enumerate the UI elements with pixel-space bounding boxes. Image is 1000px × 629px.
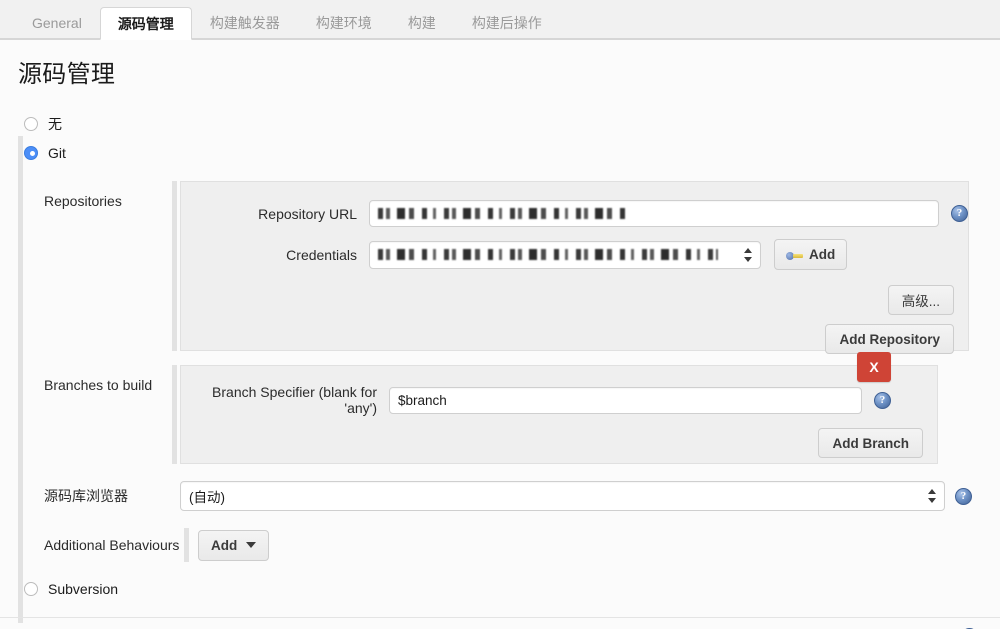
repo-browser-selected-value: (自动) <box>189 490 225 505</box>
credentials-select[interactable] <box>369 240 761 269</box>
repo-browser-help-icon[interactable]: ? <box>955 487 972 505</box>
branches-section-label: Branches to build <box>44 377 153 393</box>
add-repository-button[interactable]: Add Repository <box>825 324 954 354</box>
tab-build-environment[interactable]: 构建环境 <box>298 6 390 39</box>
branch-specifier-help-icon[interactable]: ? <box>874 391 891 409</box>
radio-git[interactable] <box>24 145 38 160</box>
credentials-redacted-value <box>378 249 718 260</box>
additional-behaviours-add-button[interactable]: Add <box>198 529 270 561</box>
repo-browser-section: 源码库浏览器 (自动) ? <box>24 481 990 511</box>
scm-option-none-label: 无 <box>48 115 62 132</box>
tab-build-triggers[interactable]: 构建触发器 <box>192 6 298 39</box>
scm-option-git[interactable]: Git <box>0 138 1000 167</box>
repository-url-help-icon[interactable]: ? <box>951 205 968 222</box>
advanced-button[interactable]: 高级... <box>887 285 954 315</box>
section-divider <box>0 617 1000 618</box>
repositories-section: Repositories Repository URL ? Credential… <box>24 181 990 354</box>
repo-browser-select[interactable]: (自动) <box>180 481 945 511</box>
branches-panel: X Branch Specifier (blank for 'any') $br… <box>180 352 938 464</box>
credentials-label: Credentials <box>286 246 357 263</box>
tab-source-code-management[interactable]: 源码管理 <box>99 7 192 40</box>
scm-config-page: 源码管理 无 Git Repositories Repository URL ?… <box>0 40 1000 629</box>
radio-subversion[interactable] <box>24 581 38 596</box>
tab-general[interactable]: General <box>14 6 100 39</box>
repository-url-redacted-value <box>378 208 626 219</box>
add-branch-button[interactable]: Add Branch <box>818 428 923 458</box>
select-arrows-icon <box>928 488 937 504</box>
scm-option-subversion[interactable]: Subversion <box>0 574 1000 603</box>
config-tab-bar: General 源码管理 构建触发器 构建环境 构建 构建后操作 <box>0 0 1000 40</box>
scm-option-subversion-label: Subversion <box>48 580 119 597</box>
page-title: 源码管理 <box>18 61 116 88</box>
repositories-section-label: Repositories <box>44 193 122 209</box>
radio-none[interactable] <box>24 116 38 131</box>
scm-option-git-label: Git <box>48 144 66 161</box>
branch-specifier-input[interactable]: $branch <box>389 386 862 414</box>
credentials-row: Credentials Add <box>181 235 968 278</box>
branches-guide-bar <box>172 365 177 464</box>
repository-url-row: Repository URL ? <box>181 182 968 235</box>
advanced-button-row: 高级... <box>181 278 968 315</box>
tab-post-build-actions[interactable]: 构建后操作 <box>454 6 560 39</box>
chevron-down-icon <box>246 542 257 548</box>
select-arrows-icon <box>744 247 753 263</box>
add-credentials-button[interactable]: Add <box>774 239 848 270</box>
repositories-panel: Repository URL ? Credentials Add 高级... A… <box>180 181 969 354</box>
branches-section: Branches to build X Branch Specifier (bl… <box>24 352 990 464</box>
delete-branch-button[interactable]: X <box>857 352 891 382</box>
key-icon <box>786 249 803 261</box>
add-branch-button-row: Add Branch <box>181 424 937 458</box>
repositories-guide-bar <box>172 181 177 351</box>
additional-behaviours-section: Additional Behaviours Add <box>24 528 990 562</box>
repository-url-label: Repository URL <box>258 205 357 222</box>
branch-specifier-row: Branch Specifier (blank for 'any') $bran… <box>181 366 937 424</box>
repo-browser-label: 源码库浏览器 <box>44 488 128 504</box>
additional-behaviours-guide-bar <box>184 528 189 562</box>
scm-option-none[interactable]: 无 <box>0 109 1000 138</box>
branch-specifier-label: Branch Specifier (blank for 'any') <box>212 384 377 416</box>
add-repository-button-row: Add Repository <box>181 315 968 354</box>
repository-url-input[interactable] <box>369 200 939 227</box>
scm-group-guide-bar <box>18 136 23 623</box>
add-credentials-button-label: Add <box>809 247 836 262</box>
tab-build[interactable]: 构建 <box>390 6 454 39</box>
additional-behaviours-label: Additional Behaviours <box>44 537 180 553</box>
additional-behaviours-add-label: Add <box>211 537 238 553</box>
